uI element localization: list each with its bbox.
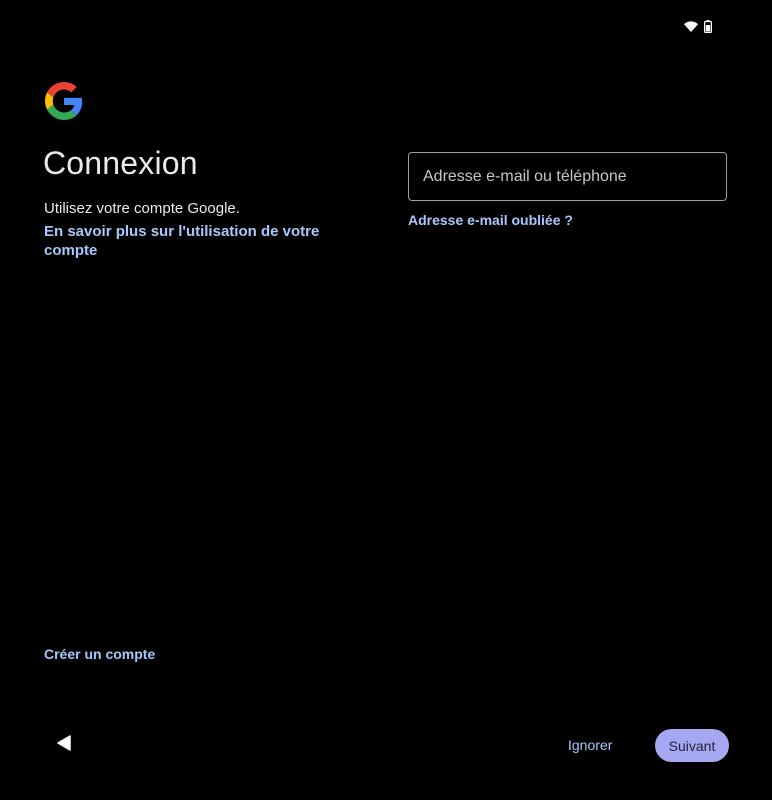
forgot-email-link[interactable]: Adresse e-mail oubliée ?	[408, 212, 573, 228]
create-account-link[interactable]: Créer un compte	[44, 646, 155, 662]
skip-button[interactable]: Ignorer	[556, 729, 624, 761]
learn-more-link[interactable]: En savoir plus sur l'utilisation de votr…	[44, 222, 344, 260]
google-logo-icon	[45, 82, 83, 120]
email-input[interactable]	[408, 152, 727, 201]
back-triangle-icon	[57, 734, 71, 756]
back-button[interactable]	[50, 731, 78, 759]
next-button[interactable]: Suivant	[655, 729, 729, 762]
wifi-icon	[684, 21, 698, 32]
status-bar	[684, 20, 712, 33]
page-subtitle: Utilisez votre compte Google.	[44, 200, 240, 217]
page-title: Connexion	[43, 145, 198, 181]
battery-icon	[704, 20, 712, 33]
signin-screen: Connexion Utilisez votre compte Google. …	[0, 0, 772, 800]
